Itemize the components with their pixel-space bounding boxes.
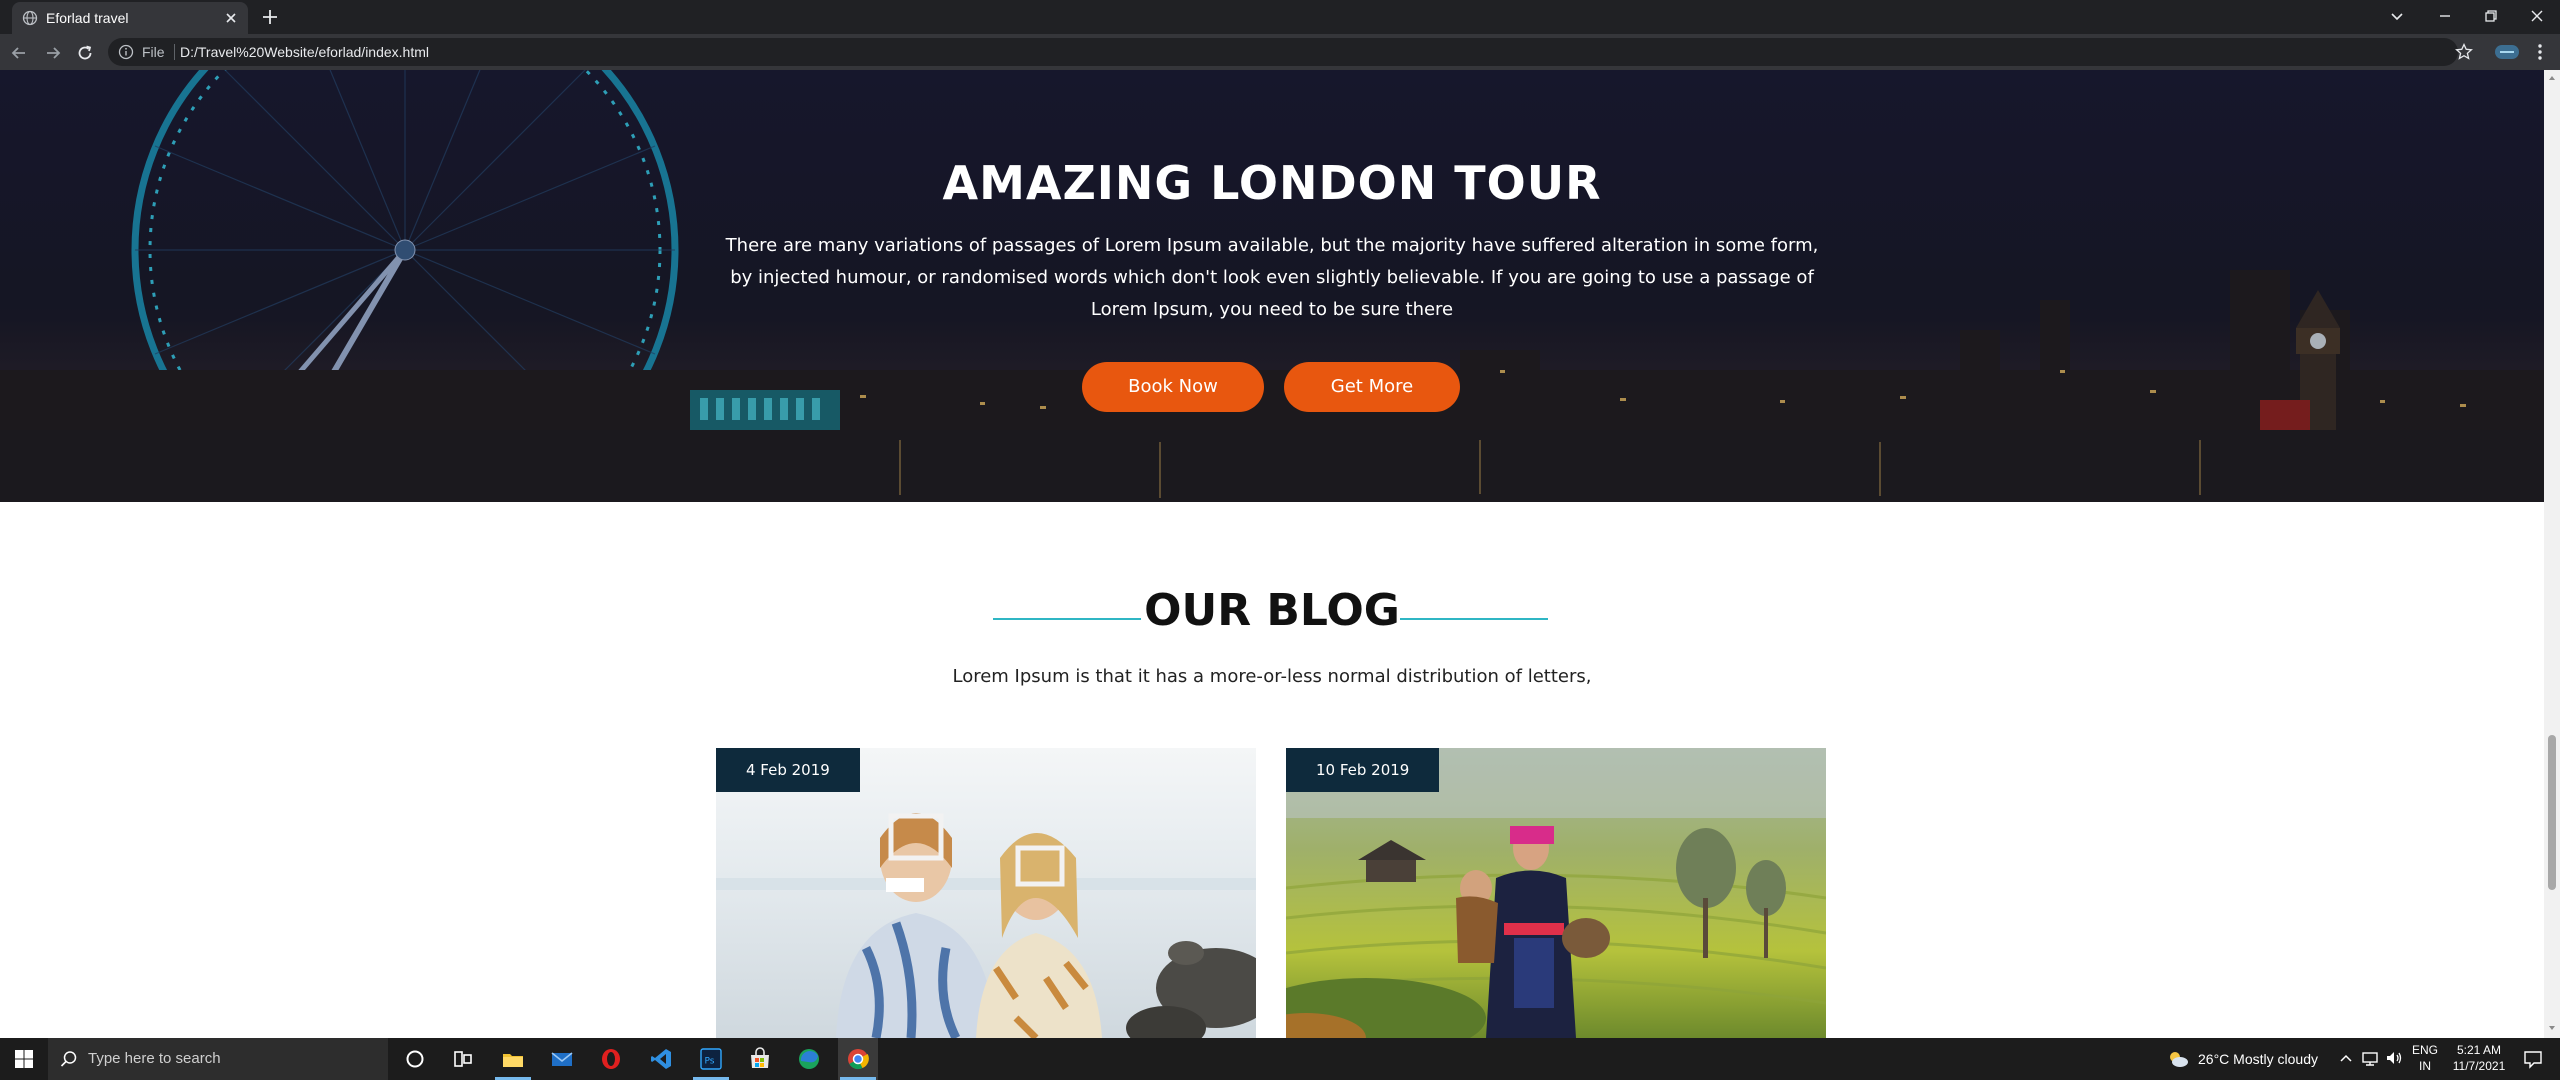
windows-taskbar: Type here to search Ps 26°C Mostly cloud… [0,1038,2560,1080]
globe-icon [22,10,38,26]
mail-icon[interactable] [549,1046,575,1072]
tab-title: Eforlad travel [46,10,129,26]
post-date-badge: 10 Feb 2019 [1286,748,1440,792]
page-scrollbar[interactable] [2544,70,2560,1038]
chrome-icon[interactable] [845,1046,871,1072]
info-icon[interactable] [118,44,134,60]
file-scheme-label: File [142,44,165,60]
book-now-button[interactable]: Book Now [1082,362,1264,412]
notification-center-icon[interactable] [2522,1048,2544,1070]
scroll-down-arrow-icon[interactable] [2548,1024,2556,1032]
get-more-button[interactable]: Get More [1284,362,1460,412]
vscode-icon[interactable] [648,1046,674,1072]
photoshop-icon[interactable]: Ps [698,1046,724,1072]
forward-arrow-icon[interactable] [42,42,64,64]
windows-start-icon[interactable] [14,1049,34,1069]
search-placeholder: Type here to search [88,1050,221,1067]
browser-toolbar: File D:/Travel%20Website/eforlad/index.h… [0,34,2560,70]
browser-tab-strip: Eforlad travel [0,0,2560,34]
more-menu-icon[interactable] [2530,42,2550,62]
file-explorer-icon[interactable] [500,1046,526,1072]
address-bar[interactable]: File D:/Travel%20Website/eforlad/index.h… [108,38,2458,66]
close-tab-icon[interactable] [222,9,240,27]
store-icon[interactable] [747,1046,773,1072]
edge-icon[interactable] [796,1046,822,1072]
bookmark-star-icon[interactable] [2454,42,2474,62]
blog-title-line-right [1400,618,1548,620]
search-icon [60,1051,77,1067]
weather-cloudy-icon[interactable] [2166,1047,2190,1071]
post-date-badge: 4 Feb 2019 [716,748,860,792]
cortana-icon[interactable] [402,1046,428,1072]
volume-icon[interactable] [2384,1048,2404,1068]
show-hidden-icons-chevron[interactable] [2336,1048,2356,1068]
url-text[interactable]: D:/Travel%20Website/eforlad/index.html [180,44,429,60]
blog-subtitle: Lorem Ipsum is that it has a more-or-les… [952,666,1592,687]
extension-icon[interactable] [2494,42,2520,62]
reload-icon[interactable] [74,42,96,64]
new-tab-icon[interactable] [260,7,280,27]
blog-card[interactable]: 4 Feb 2019 [716,748,1256,1038]
blog-section-title: OUR BLOG [1144,585,1400,636]
taskbar-search-box[interactable]: Type here to search [48,1038,388,1080]
weather-text[interactable]: 26°C Mostly cloudy [2198,1051,2318,1067]
browser-tab[interactable]: Eforlad travel [12,2,248,34]
tab-search-chevron-icon[interactable] [2386,5,2408,27]
hero-description: There are many variations of passages of… [725,235,1819,320]
scroll-up-arrow-icon[interactable] [2548,74,2556,82]
hero-title: AMAZING LONDON TOUR [942,156,1602,210]
scrollbar-thumb[interactable] [2548,735,2556,890]
minimize-icon[interactable] [2434,5,2456,27]
language-code[interactable]: ENG [2410,1043,2440,1057]
opera-icon[interactable] [598,1046,624,1072]
restore-icon[interactable] [2480,5,2502,27]
task-view-icon[interactable] [450,1046,476,1072]
page-viewport: AMAZING LONDON TOUR There are many varia… [0,70,2544,1038]
omnibox-divider [174,44,175,60]
hero-section: AMAZING LONDON TOUR There are many varia… [0,70,2544,502]
close-window-icon[interactable] [2526,5,2548,27]
clock-date[interactable]: 11/7/2021 [2446,1059,2512,1073]
back-arrow-icon[interactable] [8,42,30,64]
clock-time[interactable]: 5:21 AM [2446,1043,2512,1057]
region-code[interactable]: IN [2410,1059,2440,1073]
svg-text:Ps: Ps [705,1057,715,1067]
network-icon[interactable] [2360,1048,2380,1068]
blog-card[interactable]: 10 Feb 2019 [1286,748,1826,1038]
